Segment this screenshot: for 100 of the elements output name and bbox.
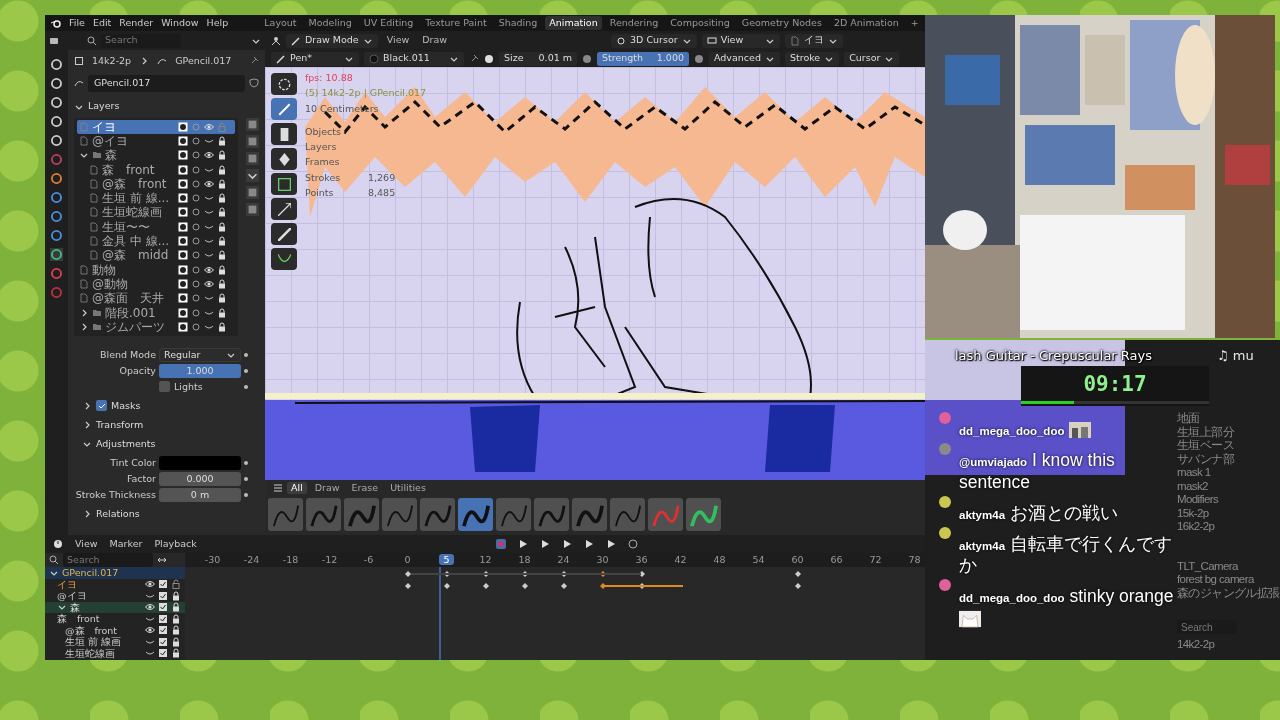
onion-skin-icon[interactable] bbox=[191, 278, 201, 289]
lock-icon[interactable] bbox=[217, 164, 227, 175]
onion-skin-icon[interactable] bbox=[191, 236, 201, 246]
number-field[interactable]: 0.000 bbox=[159, 471, 241, 486]
popover-dropdown[interactable]: Cursor bbox=[844, 51, 900, 66]
swap-icon[interactable] bbox=[157, 555, 167, 565]
tool-button[interactable] bbox=[271, 223, 297, 245]
lock-icon[interactable] bbox=[171, 625, 181, 636]
layer-row[interactable]: 生垣蛇線画 bbox=[77, 205, 235, 220]
eye-icon[interactable] bbox=[145, 579, 155, 590]
keyframe-dot[interactable] bbox=[244, 368, 248, 373]
clock-icon[interactable] bbox=[53, 539, 63, 549]
keyframe-dot[interactable] bbox=[244, 492, 248, 497]
color-swatch[interactable] bbox=[159, 455, 241, 470]
workspace-tab[interactable]: Compositing bbox=[666, 15, 734, 31]
datablock-field[interactable]: GPencil.017 bbox=[88, 75, 245, 92]
channel-row[interactable]: 森 front bbox=[45, 613, 185, 625]
lights-checkbox[interactable] bbox=[159, 381, 170, 393]
number-field[interactable]: 0 m bbox=[159, 487, 241, 502]
brush-thumbnail[interactable] bbox=[268, 498, 303, 531]
keyframe-dot[interactable] bbox=[244, 384, 248, 389]
popover-dropdown[interactable]: Stroke bbox=[784, 51, 840, 66]
layer-row[interactable]: ジムパーツ bbox=[77, 319, 235, 334]
onion-skin-icon[interactable] bbox=[191, 164, 201, 175]
lock-icon[interactable] bbox=[217, 178, 227, 189]
eye-icon[interactable] bbox=[145, 625, 155, 636]
lock-icon[interactable] bbox=[217, 278, 227, 289]
menu-item[interactable]: Edit bbox=[92, 15, 112, 31]
workspace-tab[interactable]: UV Editing bbox=[359, 15, 418, 31]
mask-icon[interactable] bbox=[178, 236, 188, 246]
checkbox-icon[interactable] bbox=[158, 625, 168, 636]
lock-icon[interactable] bbox=[171, 602, 181, 613]
menu-icon[interactable] bbox=[273, 483, 283, 493]
current-frame-indicator[interactable]: 5 bbox=[439, 553, 454, 565]
lock-icon[interactable] bbox=[217, 193, 227, 204]
blend-mode-dropdown[interactable]: Regular bbox=[159, 347, 241, 362]
mode-icon[interactable] bbox=[271, 35, 281, 46]
layer-row[interactable]: @森 midd bbox=[77, 248, 235, 263]
lock-icon[interactable] bbox=[217, 307, 227, 318]
tool-button[interactable] bbox=[271, 123, 297, 145]
channel-row[interactable]: イヨ bbox=[45, 578, 185, 590]
mask-icon[interactable] bbox=[178, 321, 188, 332]
layer-row[interactable]: イヨ bbox=[77, 119, 235, 134]
workspace-tab[interactable]: Animation bbox=[545, 15, 602, 31]
popover-dropdown[interactable]: Advanced bbox=[709, 51, 780, 66]
channel-row[interactable]: GPencil.017 bbox=[45, 567, 185, 579]
workspace-tab[interactable]: 2D Animation bbox=[829, 15, 903, 31]
onion-skin-icon[interactable] bbox=[191, 264, 201, 275]
play-icon[interactable] bbox=[561, 539, 572, 549]
brush-thumbnail[interactable] bbox=[458, 498, 493, 531]
panel-header[interactable]: Masks bbox=[111, 398, 141, 414]
mask-icon[interactable] bbox=[178, 221, 188, 232]
eye-icon[interactable] bbox=[145, 602, 155, 613]
channel-row[interactable]: @イヨ bbox=[45, 590, 185, 602]
brush-tab[interactable]: Utilities bbox=[386, 482, 430, 494]
channel-row[interactable]: 生垣蛇線画 bbox=[45, 647, 185, 659]
brush-tab[interactable]: Draw bbox=[310, 482, 344, 494]
tool-button[interactable] bbox=[271, 173, 297, 195]
menu-item[interactable]: Help bbox=[206, 15, 229, 31]
workspace-tab[interactable]: Texture Paint bbox=[421, 15, 491, 31]
checkbox-icon[interactable] bbox=[158, 602, 168, 613]
mask-icon[interactable] bbox=[178, 135, 188, 146]
eye-icon[interactable] bbox=[204, 278, 214, 289]
tool-button[interactable] bbox=[271, 73, 297, 95]
keyframe-dot[interactable] bbox=[244, 460, 248, 465]
onion-skin-icon[interactable] bbox=[191, 207, 201, 218]
lock-icon[interactable] bbox=[217, 264, 227, 275]
onion-skin-icon[interactable] bbox=[191, 135, 201, 146]
pin-icon[interactable] bbox=[469, 53, 479, 64]
mask-icon[interactable] bbox=[178, 178, 188, 189]
lock-icon[interactable] bbox=[217, 221, 227, 232]
size-field[interactable]: Size 0.01 m bbox=[499, 51, 577, 66]
tool-button[interactable] bbox=[271, 248, 297, 270]
brush-thumbnail[interactable] bbox=[648, 498, 683, 531]
brush-thumbnail[interactable] bbox=[572, 498, 607, 531]
checkbox-icon[interactable] bbox=[158, 590, 168, 601]
shield-icon[interactable] bbox=[249, 78, 259, 89]
menu-item[interactable]: View bbox=[75, 536, 98, 552]
mask-icon[interactable] bbox=[178, 250, 188, 261]
keyframe-dot[interactable] bbox=[244, 476, 248, 481]
lock-icon[interactable] bbox=[217, 321, 227, 332]
brush-tab[interactable]: All bbox=[287, 482, 307, 494]
panel-header[interactable]: Layers bbox=[88, 99, 120, 114]
onion-skin-icon[interactable] bbox=[191, 221, 201, 232]
mask-icon[interactable] bbox=[178, 293, 188, 304]
strength-slider[interactable]: Strength 1.000 bbox=[597, 51, 689, 66]
layer-row[interactable]: 金具 中 線... bbox=[77, 233, 235, 249]
lock-icon[interactable] bbox=[217, 236, 227, 246]
caret-icon[interactable] bbox=[246, 168, 259, 182]
panel-header[interactable]: Relations bbox=[96, 506, 140, 522]
mask-icon[interactable] bbox=[178, 264, 188, 275]
brush-tab[interactable]: Erase bbox=[347, 482, 383, 494]
menu-item[interactable]: File bbox=[69, 15, 85, 31]
unlock-icon[interactable] bbox=[171, 579, 181, 590]
menu-item[interactable]: Window bbox=[161, 15, 199, 31]
layer-row[interactable]: 森 bbox=[77, 148, 235, 163]
menu-item[interactable]: Marker bbox=[109, 536, 143, 552]
eye-icon[interactable] bbox=[204, 264, 214, 275]
workspace-tab[interactable]: Shading bbox=[494, 15, 542, 31]
layer-row[interactable]: 生垣〜〜 bbox=[77, 219, 235, 234]
